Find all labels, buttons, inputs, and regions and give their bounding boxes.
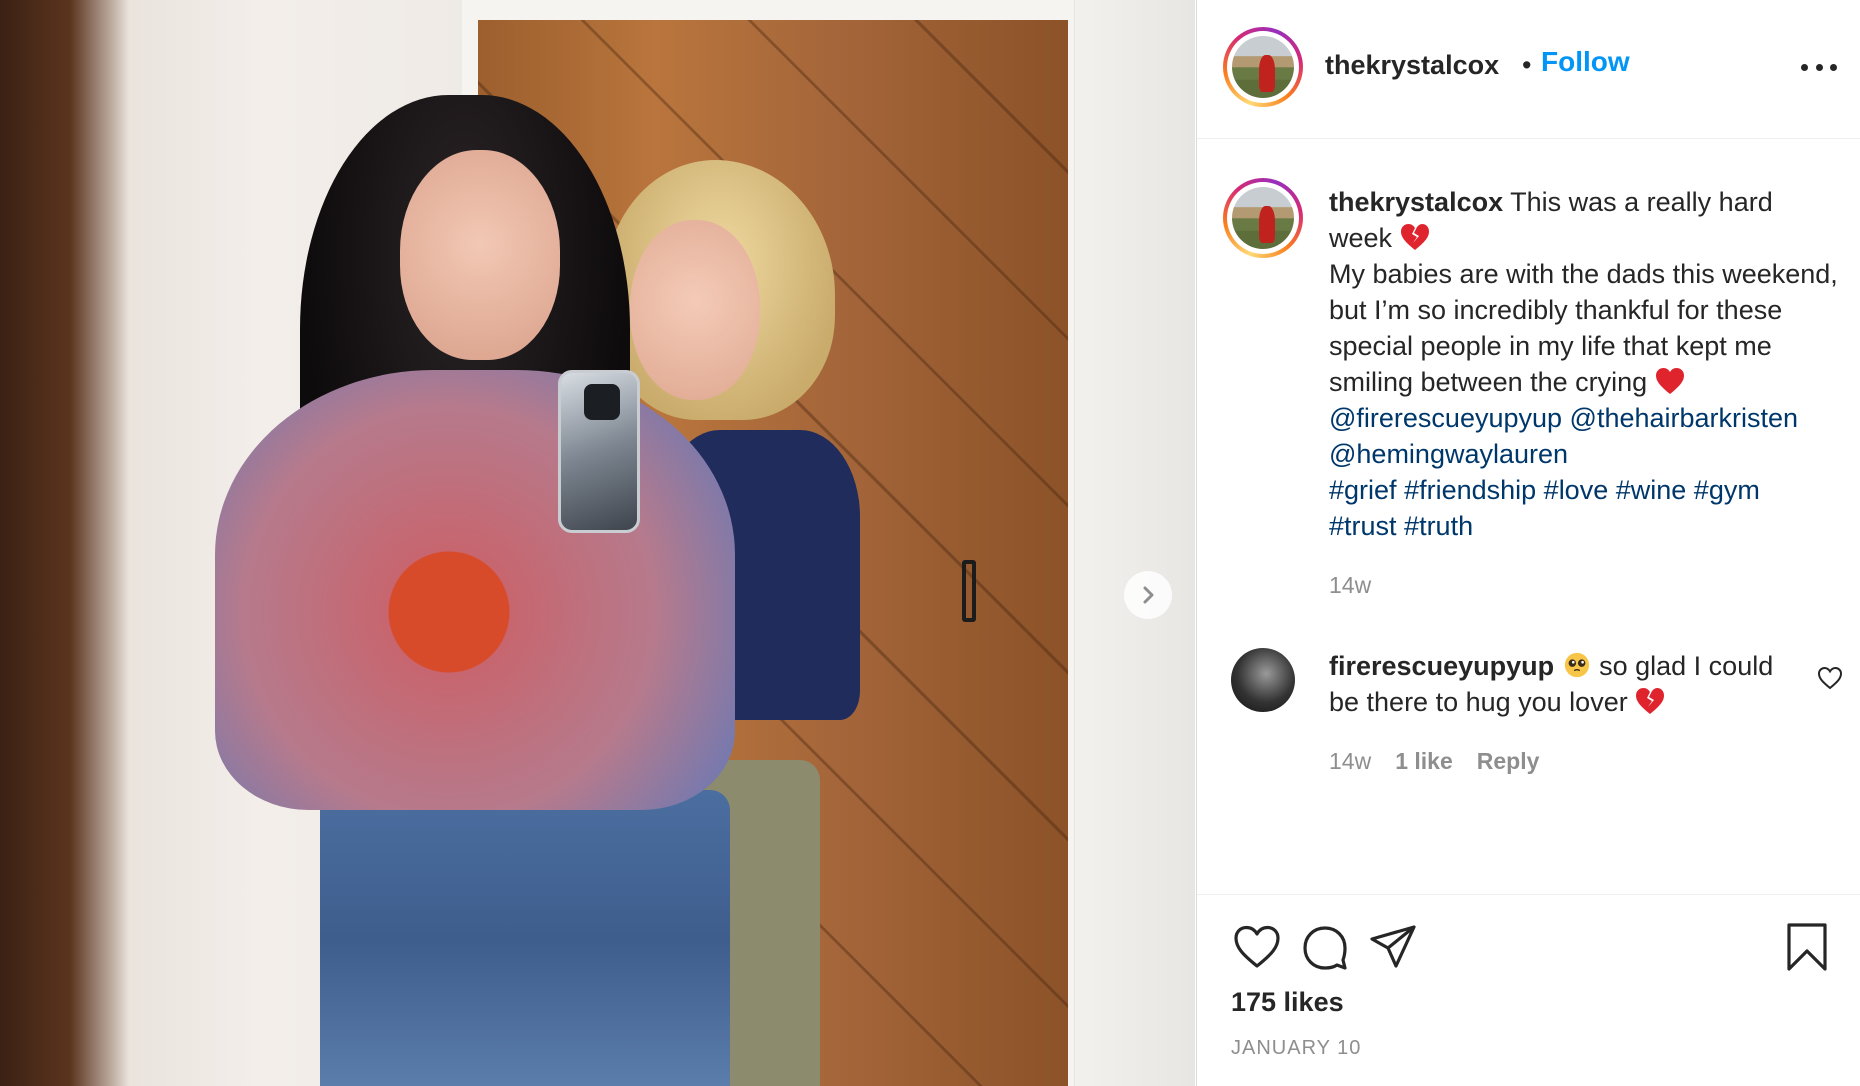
caption-username[interactable]: thekrystalcox (1329, 187, 1503, 217)
mention-link[interactable]: @firerescueyupyup (1329, 403, 1562, 433)
person-pink-sweatshirt (215, 370, 735, 810)
author-avatar[interactable] (1223, 27, 1303, 107)
comment-meta: 14w 1 like Reply (1329, 748, 1539, 775)
more-horizontal-icon[interactable] (1801, 55, 1837, 79)
caption-author-avatar[interactable] (1223, 178, 1303, 258)
separator-dot: • (1522, 50, 1532, 80)
likes-count[interactable]: 175 likes (1231, 987, 1344, 1018)
comment-timestamp[interactable]: 14w (1329, 748, 1371, 775)
phone-camera (584, 384, 620, 420)
comment-button[interactable] (1299, 921, 1351, 973)
post-side-panel: thekrystalcox • Follow thekrystalcox Thi… (1196, 0, 1860, 1086)
mention-link[interactable]: @thehairbarkristen (1570, 403, 1799, 433)
hashtag-link[interactable]: #love (1544, 475, 1609, 505)
post-date[interactable]: JANUARY 10 (1231, 1037, 1361, 1060)
share-icon (1370, 925, 1416, 968)
broken-heart-emoji (1400, 224, 1429, 250)
save-button[interactable] (1781, 921, 1833, 973)
bookmark-icon (1787, 923, 1827, 971)
hashtag-link[interactable]: #grief (1329, 475, 1397, 505)
commenter-username[interactable]: firerescueyupyup (1329, 651, 1554, 681)
follow-button[interactable]: Follow (1541, 46, 1630, 78)
wall (1075, 0, 1195, 1086)
door-handle (962, 560, 976, 622)
heart-icon (1234, 925, 1280, 968)
caption-timestamp[interactable]: 14w (1329, 572, 1371, 599)
hashtag-link[interactable]: #truth (1404, 511, 1473, 541)
hashtag-link[interactable]: #wine (1616, 475, 1687, 505)
comment-text: firerescueyupyup so glad I could be ther… (1329, 648, 1779, 720)
share-button[interactable] (1367, 921, 1419, 973)
mirror-frame (0, 0, 130, 1086)
comment-reply-button[interactable]: Reply (1477, 748, 1540, 775)
comment-like-heart-icon[interactable] (1817, 666, 1843, 690)
hashtag-link[interactable]: #gym (1694, 475, 1760, 505)
person-dark-haired-face (400, 150, 560, 360)
commenter-avatar[interactable] (1231, 648, 1295, 712)
caption-text: thekrystalcox This was a really hard wee… (1329, 184, 1839, 544)
mention-link[interactable]: @hemingwaylauren (1329, 439, 1568, 469)
person-ripped-jeans (320, 790, 730, 1086)
person-blonde-face (630, 220, 760, 400)
post-header: thekrystalcox • Follow (1197, 0, 1860, 139)
like-button[interactable] (1231, 921, 1283, 973)
author-username[interactable]: thekrystalcox (1325, 50, 1499, 81)
red-heart-emoji (1655, 368, 1684, 394)
hashtag-link[interactable]: #trust (1329, 511, 1397, 541)
chevron-right-icon (1143, 586, 1154, 604)
pleading-face-emoji (1564, 652, 1589, 678)
post-actions: 175 likes JANUARY 10 (1197, 894, 1860, 1086)
post-photo[interactable] (0, 0, 1195, 1086)
caption-line2: My babies are with the dads this weekend… (1329, 259, 1838, 397)
hashtag-link[interactable]: #friendship (1404, 475, 1536, 505)
carousel-next-button[interactable] (1124, 571, 1172, 619)
broken-heart-emoji (1636, 688, 1665, 714)
comment-likes-count[interactable]: 1 like (1395, 748, 1453, 775)
comment-icon (1303, 926, 1347, 970)
